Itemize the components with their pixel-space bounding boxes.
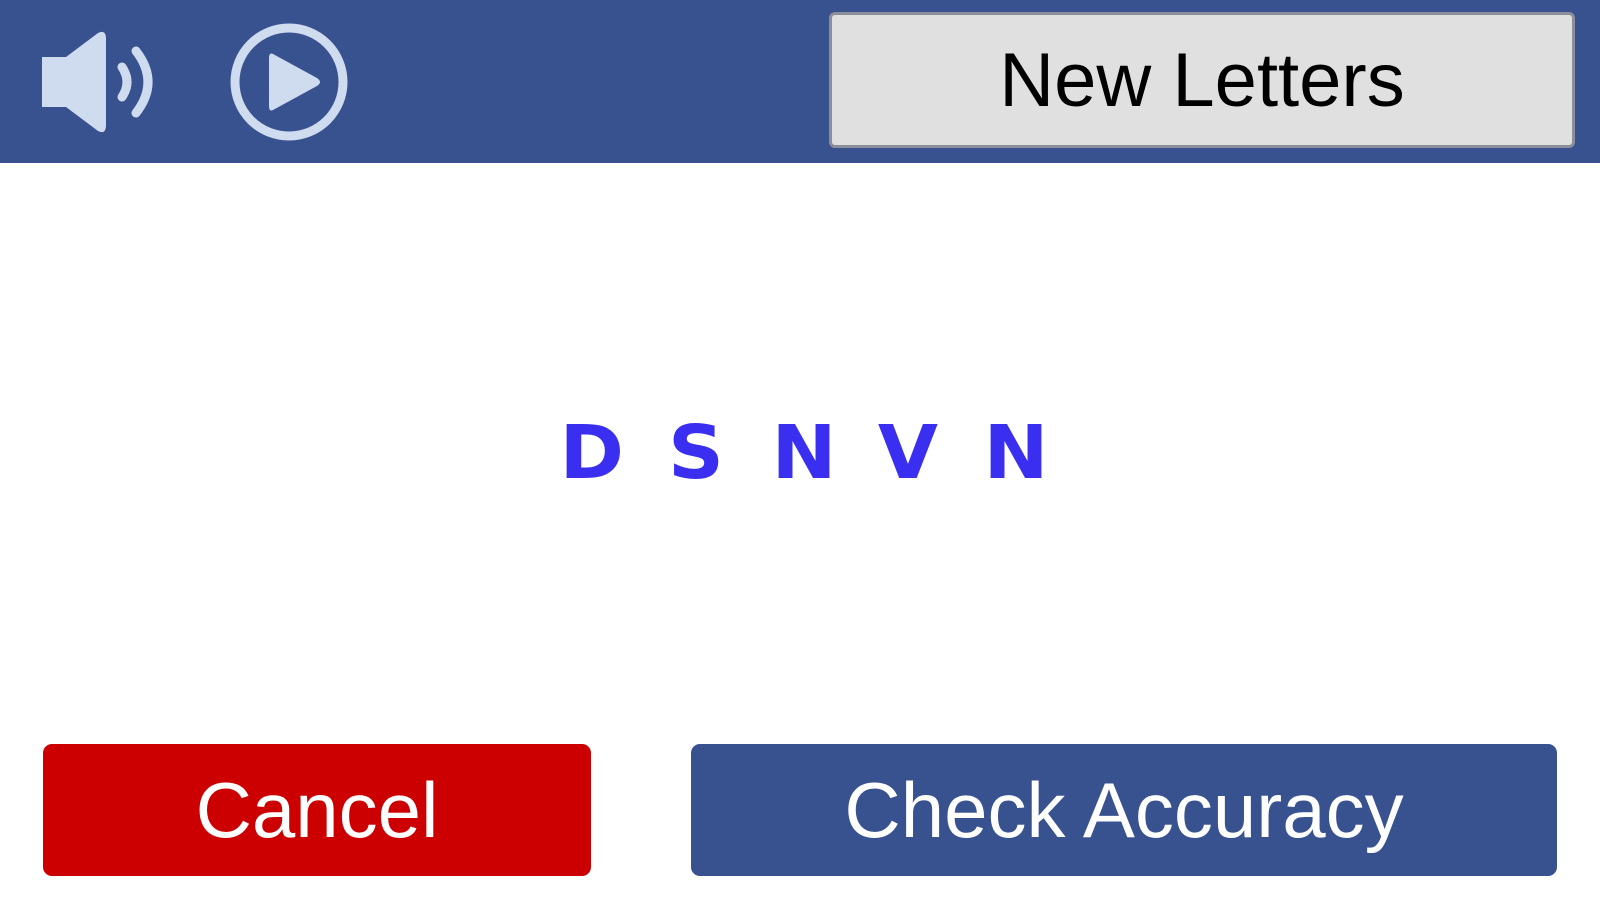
cancel-button[interactable]: Cancel xyxy=(43,744,591,876)
chart-letter: S xyxy=(667,410,724,496)
top-toolbar: New Letters xyxy=(0,0,1600,163)
check-accuracy-button[interactable]: Check Accuracy xyxy=(691,744,1557,876)
chart-letter: V xyxy=(877,410,938,496)
check-accuracy-label: Check Accuracy xyxy=(844,765,1404,854)
letter-test-screen: New Letters D S N V N Cancel Check Accur… xyxy=(0,0,1600,902)
cancel-label: Cancel xyxy=(195,765,439,854)
chart-letter: N xyxy=(983,410,1049,496)
chart-letter: N xyxy=(771,410,837,496)
play-button[interactable] xyxy=(224,20,354,144)
play-circle-icon xyxy=(230,23,348,141)
new-letters-label: New Letters xyxy=(999,37,1405,123)
new-letters-button[interactable]: New Letters xyxy=(829,12,1575,148)
letter-chart-row: D S N V N xyxy=(0,398,1600,508)
chart-letter: D xyxy=(559,410,624,496)
speaker-volume-icon xyxy=(42,31,153,133)
volume-button[interactable] xyxy=(36,20,166,144)
